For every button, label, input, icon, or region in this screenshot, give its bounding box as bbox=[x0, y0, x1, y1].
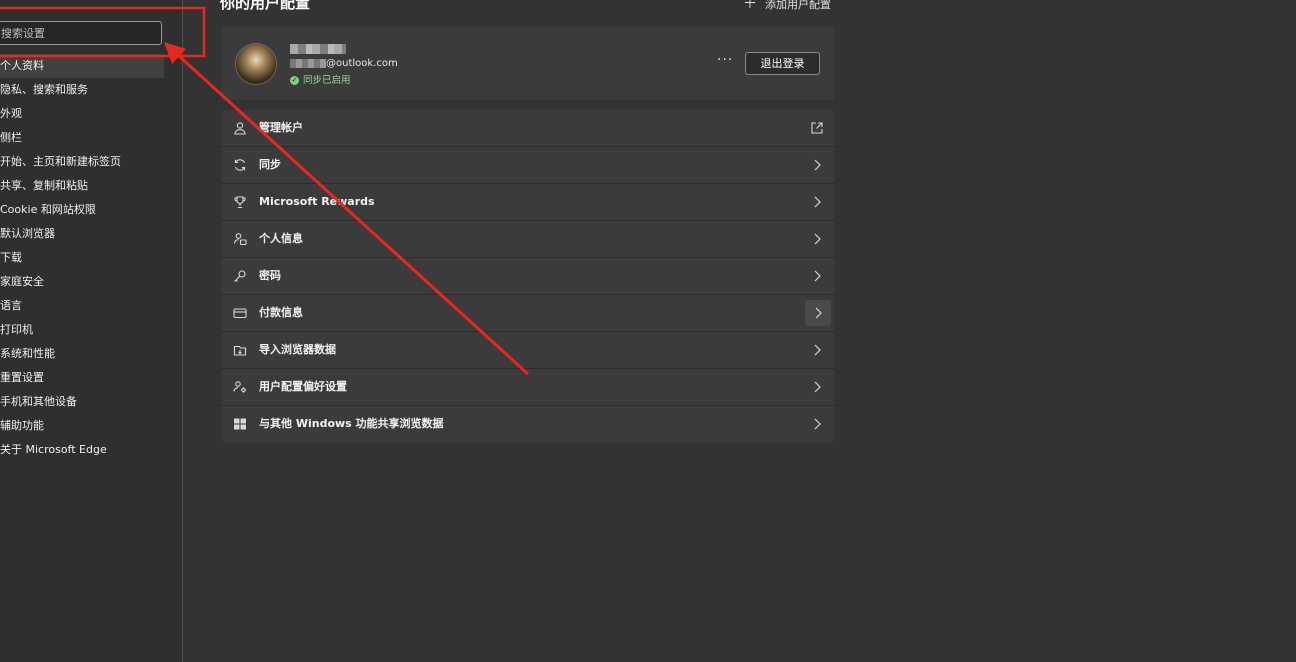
page-title: 你的用户配置 bbox=[220, 0, 311, 12]
plus-icon: ＋ bbox=[743, 0, 757, 12]
sidebar-item-about[interactable]: 关于 Microsoft Edge bbox=[0, 438, 164, 462]
row-windows-sharing[interactable]: 与其他 Windows 功能共享浏览数据 bbox=[221, 406, 835, 442]
profile-card: @outlook.com ✓ 同步已启用 ··· 退出登录 bbox=[221, 26, 835, 100]
chevron-right-icon[interactable] bbox=[809, 268, 825, 284]
redacted-email bbox=[290, 58, 326, 68]
credit-card-icon bbox=[233, 306, 247, 320]
import-icon bbox=[233, 343, 247, 357]
row-manage-account[interactable]: 管理帐户 bbox=[221, 110, 835, 147]
row-label: 用户配置偏好设置 bbox=[259, 380, 347, 393]
row-label: 付款信息 bbox=[259, 306, 303, 319]
add-profile-button[interactable]: ＋ 添加用户配置 bbox=[743, 0, 831, 13]
people-settings-icon bbox=[233, 380, 247, 394]
account-email: @outlook.com bbox=[290, 58, 398, 69]
row-label: 同步 bbox=[259, 158, 281, 171]
row-personal-info[interactable]: 个人信息 bbox=[221, 221, 835, 258]
sidebar-item-system[interactable]: 系统和性能 bbox=[0, 342, 164, 366]
sidebar-item-phone[interactable]: 手机和其他设备 bbox=[0, 390, 164, 414]
external-link-icon[interactable] bbox=[809, 120, 825, 136]
person-card-icon bbox=[233, 232, 247, 246]
more-options-button[interactable]: ··· bbox=[717, 52, 733, 68]
sidebar-item-appearance[interactable]: 外观 bbox=[0, 102, 164, 126]
sidebar-item-share-copy-paste[interactable]: 共享、复制和粘贴 bbox=[0, 174, 164, 198]
sidebar-item-accessibility[interactable]: 辅助功能 bbox=[0, 414, 164, 438]
row-label: 导入浏览器数据 bbox=[259, 343, 336, 356]
trophy-icon bbox=[233, 195, 247, 209]
windows-icon bbox=[233, 417, 247, 431]
signout-button[interactable]: 退出登录 bbox=[745, 52, 820, 75]
sidebar-item-profiles[interactable]: 个人资料 bbox=[0, 54, 164, 78]
sidebar-item-printers[interactable]: 打印机 bbox=[0, 318, 164, 342]
row-label: 与其他 Windows 功能共享浏览数据 bbox=[259, 417, 444, 430]
main-content: 你的用户配置 ＋ 添加用户配置 @outlook.com ✓ 同步已启用 ··· 退… bbox=[183, 0, 1296, 662]
sidebar-item-sidebar[interactable]: 侧栏 bbox=[0, 126, 164, 150]
sidebar-item-default-browser[interactable]: 默认浏览器 bbox=[0, 222, 164, 246]
checkmark-icon: ✓ bbox=[290, 76, 299, 85]
sync-status-label: 同步已启用 bbox=[303, 75, 351, 86]
redacted-name bbox=[290, 44, 346, 54]
chevron-right-icon[interactable] bbox=[809, 342, 825, 358]
row-microsoft-rewards[interactable]: Microsoft Rewards bbox=[221, 184, 835, 221]
chevron-right-icon[interactable] bbox=[809, 231, 825, 247]
search-settings-input[interactable] bbox=[0, 21, 162, 45]
row-label: 个人信息 bbox=[259, 232, 303, 245]
row-sync[interactable]: 同步 bbox=[221, 147, 835, 184]
row-label: 管理帐户 bbox=[259, 121, 303, 134]
row-label: Microsoft Rewards bbox=[259, 195, 375, 208]
row-label: 密码 bbox=[259, 269, 281, 282]
add-profile-label: 添加用户配置 bbox=[765, 0, 831, 11]
row-profile-preferences[interactable]: 用户配置偏好设置 bbox=[221, 369, 835, 406]
sidebar-item-privacy[interactable]: 隐私、搜索和服务 bbox=[0, 78, 164, 102]
sidebar-item-cookies[interactable]: Cookie 和网站权限 bbox=[0, 198, 164, 222]
chevron-right-icon[interactable] bbox=[809, 416, 825, 432]
person-icon bbox=[233, 121, 247, 135]
chevron-right-icon[interactable] bbox=[809, 379, 825, 395]
row-import-browser-data[interactable]: 导入浏览器数据 bbox=[221, 332, 835, 369]
sidebar-item-family[interactable]: 家庭安全 bbox=[0, 270, 164, 294]
sync-status: ✓ 同步已启用 bbox=[290, 72, 351, 86]
settings-sidebar: 个人资料 隐私、搜索和服务 外观 侧栏 开始、主页和新建标签页 共享、复制和粘贴… bbox=[0, 0, 183, 662]
sidebar-item-reset[interactable]: 重置设置 bbox=[0, 366, 164, 390]
sidebar-item-languages[interactable]: 语言 bbox=[0, 294, 164, 318]
email-suffix: @outlook.com bbox=[326, 58, 398, 69]
chevron-right-icon[interactable] bbox=[805, 300, 831, 326]
sidebar-item-downloads[interactable]: 下载 bbox=[0, 246, 164, 270]
chevron-right-icon[interactable] bbox=[809, 157, 825, 173]
row-payment-info[interactable]: 付款信息 bbox=[221, 295, 835, 332]
sidebar-item-start-home[interactable]: 开始、主页和新建标签页 bbox=[0, 150, 164, 174]
sidebar-nav: 个人资料 隐私、搜索和服务 外观 侧栏 开始、主页和新建标签页 共享、复制和粘贴… bbox=[0, 54, 164, 462]
profile-settings-list: 管理帐户 同步 Microsoft Rewards 个人信息 密码 付款信息 导… bbox=[221, 110, 835, 442]
key-icon bbox=[233, 269, 247, 283]
sync-icon bbox=[233, 158, 247, 172]
row-passwords[interactable]: 密码 bbox=[221, 258, 835, 295]
avatar[interactable] bbox=[235, 43, 277, 85]
chevron-right-icon[interactable] bbox=[809, 194, 825, 210]
